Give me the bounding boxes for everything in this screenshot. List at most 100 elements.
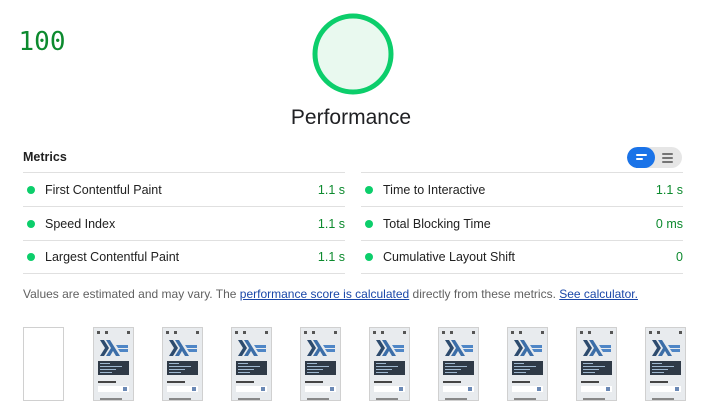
thumb-toc-heading — [98, 381, 116, 383]
thumb-footer — [376, 398, 398, 400]
thumb-toc-heading — [167, 381, 185, 383]
thumb-row — [512, 386, 543, 392]
thumb-row — [650, 386, 681, 392]
filmstrip-frame — [507, 327, 548, 401]
thumb-footer — [583, 398, 605, 400]
haskell-logo-icon — [100, 340, 128, 356]
haskell-logo-icon — [514, 340, 542, 356]
thumb-toc-heading — [236, 381, 254, 383]
thumb-footer — [238, 398, 260, 400]
score-calculation-link[interactable]: performance score is calculated — [240, 287, 409, 301]
table-view-icon-line — [662, 161, 673, 163]
score-ring — [312, 13, 394, 95]
metrics-title: Metrics — [23, 150, 67, 164]
filmstrip-frame — [576, 327, 617, 401]
thumb-row — [167, 386, 198, 392]
thumb-nav — [373, 331, 406, 334]
thumb-code-block — [167, 361, 198, 375]
thumb-footer — [445, 398, 467, 400]
thumb-row — [98, 386, 129, 392]
thumb-toc-heading — [650, 381, 668, 383]
filmstrip — [23, 327, 686, 407]
thumb-code-block — [581, 361, 612, 375]
thumb-footer — [169, 398, 191, 400]
thumb-row — [236, 386, 267, 392]
thumb-row — [443, 386, 474, 392]
metric-label: Largest Contentful Paint — [45, 250, 180, 264]
pass-indicator-icon — [27, 219, 35, 228]
note-text: Values are estimated and may vary. The — [23, 287, 240, 301]
list-view-icon — [636, 154, 647, 156]
metric-total-blocking-time: Total Blocking Time 0 ms — [361, 206, 683, 240]
score-ring-background — [312, 13, 394, 95]
table-view-icon-line — [662, 157, 673, 159]
table-view-icon — [662, 153, 673, 155]
thumb-code-block — [650, 361, 681, 375]
metric-first-contentful-paint: First Contentful Paint 1.1 s — [23, 172, 345, 206]
metric-label: Cumulative Layout Shift — [383, 250, 516, 264]
performance-label: Performance — [290, 106, 412, 129]
haskell-logo-icon — [376, 340, 404, 356]
metric-label: Speed Index — [45, 216, 116, 231]
haskell-logo-icon — [169, 340, 197, 356]
pass-indicator-icon — [365, 185, 373, 194]
metric-label: Total Blocking Time — [383, 216, 491, 231]
metric-value: 0 ms — [655, 216, 683, 231]
metric-value: 0 — [676, 250, 683, 264]
thumb-toc-heading — [443, 381, 461, 383]
haskell-logo-icon — [652, 340, 680, 356]
filmstrip-frame — [438, 327, 479, 401]
performance-score: 100 — [18, 27, 66, 57]
metrics-grid: First Contentful Paint 1.1 s Time to Int… — [23, 172, 683, 274]
thumb-nav — [97, 331, 130, 334]
haskell-logo-icon — [238, 340, 266, 356]
filmstrip-frame — [300, 327, 341, 401]
list-view-icon-line — [636, 158, 643, 160]
metric-value: 1.1 s — [655, 182, 683, 197]
thumb-code-block — [305, 361, 336, 375]
thumb-footer — [514, 398, 536, 400]
thumb-footer — [100, 398, 122, 400]
metrics-view-toggle[interactable] — [627, 147, 682, 168]
metric-value: 1.1 s — [317, 250, 345, 264]
metric-cumulative-layout-shift: Cumulative Layout Shift 0 — [361, 240, 683, 274]
list-view-button[interactable] — [627, 147, 655, 168]
pass-indicator-icon — [27, 185, 35, 194]
metrics-note: Values are estimated and may vary. The p… — [23, 287, 638, 301]
pass-indicator-icon — [365, 219, 373, 228]
filmstrip-frame — [645, 327, 686, 401]
filmstrip-frame — [369, 327, 410, 401]
metric-largest-contentful-paint: Largest Contentful Paint 1.1 s — [23, 240, 345, 274]
thumb-toc-heading — [305, 381, 323, 383]
thumb-footer — [652, 398, 674, 400]
metric-value: 1.1 s — [317, 216, 345, 231]
filmstrip-frame — [93, 327, 134, 401]
haskell-logo-icon — [445, 340, 473, 356]
thumb-toc-heading — [512, 381, 530, 383]
thumb-code-block — [512, 361, 543, 375]
metric-label: First Contentful Paint — [45, 182, 162, 197]
pass-indicator-icon — [365, 253, 373, 261]
table-view-button[interactable] — [655, 147, 682, 168]
thumb-nav — [166, 331, 199, 334]
thumb-nav — [511, 331, 544, 334]
thumb-toc-heading — [374, 381, 392, 383]
haskell-logo-icon — [583, 340, 611, 356]
haskell-logo-icon — [307, 340, 335, 356]
metric-label: Time to Interactive — [383, 182, 486, 197]
pass-indicator-icon — [27, 253, 35, 261]
metric-time-to-interactive: Time to Interactive 1.1 s — [361, 172, 683, 206]
thumb-nav — [304, 331, 337, 334]
see-calculator-link[interactable]: See calculator. — [559, 287, 638, 301]
thumb-code-block — [374, 361, 405, 375]
thumb-nav — [235, 331, 268, 334]
thumb-code-block — [236, 361, 267, 375]
thumb-row — [374, 386, 405, 392]
metric-speed-index: Speed Index 1.1 s — [23, 206, 345, 240]
thumb-nav — [649, 331, 682, 334]
thumb-footer — [307, 398, 329, 400]
thumb-toc-heading — [581, 381, 599, 383]
thumb-code-block — [443, 361, 474, 375]
thumb-code-block — [98, 361, 129, 375]
filmstrip-frame — [162, 327, 203, 401]
